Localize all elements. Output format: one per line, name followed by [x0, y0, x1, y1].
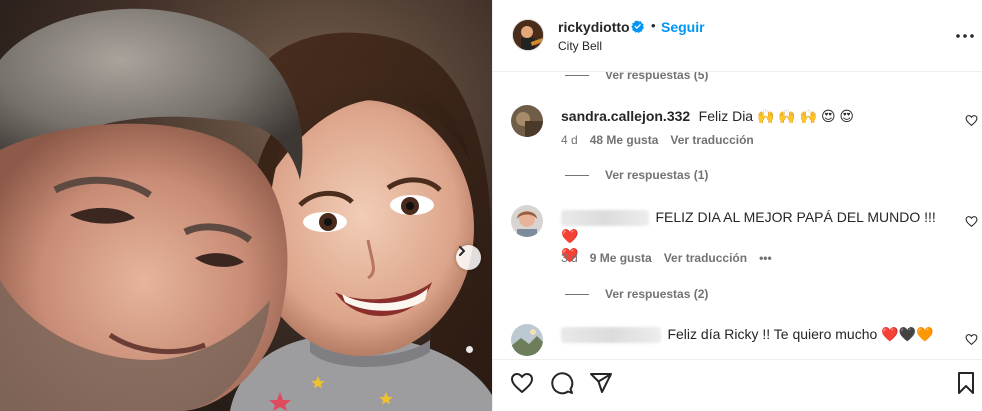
follow-button[interactable]: Seguir [661, 19, 705, 35]
like-comment-heart-icon[interactable] [965, 333, 978, 346]
comment-avatar[interactable] [511, 105, 543, 137]
comment-text: Feliz día Ricky !! Te quiero mucho ❤️🖤🧡 [667, 326, 934, 342]
more-horizontal-icon [956, 34, 974, 38]
comment-bubble-icon[interactable] [550, 371, 574, 395]
view-replies-button[interactable]: Ver respuestas (5) [565, 72, 708, 82]
comment-avatar[interactable] [511, 205, 543, 237]
separator-dot: • [651, 18, 656, 33]
avatar-image [513, 20, 543, 50]
view-replies-button[interactable]: Ver respuestas (1) [565, 168, 708, 182]
comment-body: Feliz día Ricky !! Te quiero mucho ❤️🖤🧡 [561, 326, 953, 344]
post-side-panel: rickydiotto • Seguir City Bell Ver respu… [492, 0, 982, 411]
view-replies-button[interactable]: Ver respuestas (2) [565, 287, 708, 301]
view-replies-label: Ver respuestas (2) [605, 287, 709, 301]
save-bookmark-icon[interactable] [954, 371, 978, 395]
next-photo-button[interactable] [456, 245, 481, 270]
avatar[interactable] [512, 19, 544, 51]
comment-meta: 4 d 48 Me gusta Ver traducción [561, 133, 754, 147]
comment-time[interactable]: 3 d [561, 251, 578, 265]
post-photo[interactable] [0, 0, 492, 411]
like-comment-heart-icon[interactable] [965, 114, 978, 127]
post-author-username[interactable]: rickydiotto [558, 19, 630, 35]
comment-time[interactable]: 4 d [561, 133, 578, 147]
comment-likes[interactable]: 48 Me gusta [590, 133, 659, 147]
view-replies-label: Ver respuestas (1) [605, 168, 709, 182]
comment-avatar[interactable] [511, 324, 543, 356]
comment-username[interactable] [561, 209, 649, 226]
avatar-image [511, 324, 543, 356]
comment-likes[interactable]: 9 Me gusta [590, 251, 652, 265]
replies-divider [565, 74, 589, 76]
post-header: rickydiotto • Seguir City Bell [493, 0, 982, 72]
see-translation-button[interactable]: Ver traducción [670, 133, 753, 147]
like-comment-heart-icon[interactable] [965, 215, 978, 228]
replies-divider [565, 293, 589, 295]
photo-illustration [0, 0, 492, 411]
view-replies-label: Ver respuestas (5) [605, 72, 709, 82]
post-location[interactable]: City Bell [558, 39, 602, 53]
comments-list[interactable]: Ver respuestas (5) sandra.callejon.332 F… [493, 72, 982, 359]
comment-options-button[interactable]: ••• [759, 251, 772, 265]
chevron-right-icon [459, 246, 465, 256]
post-action-bar [493, 359, 982, 411]
more-options-button[interactable] [955, 26, 975, 46]
carousel-indicator-dot [466, 346, 473, 353]
see-translation-button[interactable]: Ver traducción [664, 251, 747, 265]
share-paper-plane-icon[interactable] [589, 371, 613, 395]
verified-badge-icon [631, 20, 644, 33]
comment-text: Feliz Dia 🙌 🙌 🙌 😍 😍 [698, 108, 855, 124]
replies-divider [565, 174, 589, 176]
like-heart-icon[interactable] [510, 371, 534, 395]
comment-body: sandra.callejon.332 Feliz Dia 🙌 🙌 🙌 😍 😍 [561, 108, 854, 126]
comment-username[interactable] [561, 326, 661, 343]
comment-meta: 3 d 9 Me gusta Ver traducción ••• [561, 251, 772, 265]
comment-username[interactable]: sandra.callejon.332 [561, 108, 690, 124]
avatar-image [511, 105, 543, 137]
avatar-image [511, 205, 543, 237]
